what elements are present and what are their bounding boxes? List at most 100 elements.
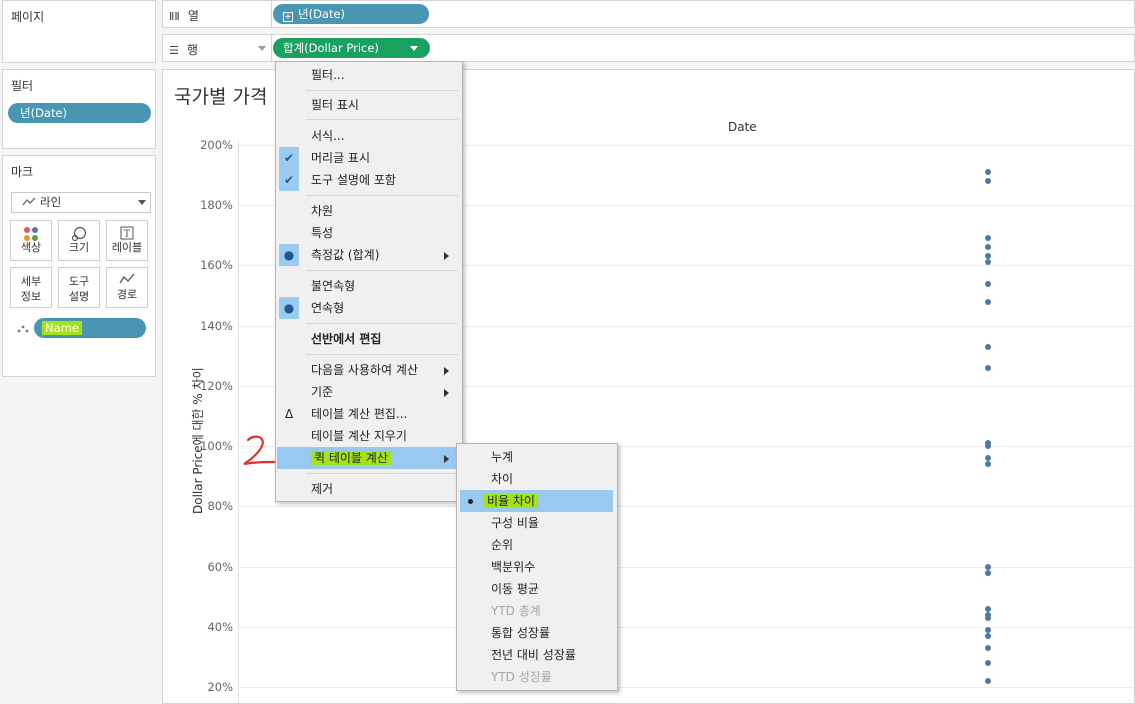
y-tick-label: 180%	[200, 198, 233, 213]
data-point[interactable]	[985, 677, 991, 684]
rows-shelf-dropdown-icon[interactable]	[258, 46, 266, 51]
submenu-item-running-total[interactable]: 누계	[458, 446, 616, 468]
menu-item-show-filter[interactable]: 필터 표시	[277, 94, 461, 116]
path-button[interactable]: 경로	[106, 267, 148, 308]
menu-item-clear-table-calc[interactable]: 테이블 계산 지우기	[277, 425, 461, 447]
check-icon: ✔	[279, 169, 299, 191]
columns-shelf: ⅡⅡ 열 + 년(Date)	[162, 0, 1135, 28]
data-point[interactable]	[985, 569, 991, 576]
submenu-item-year-over-year[interactable]: 전년 대비 성장률	[458, 644, 616, 666]
handwritten-2-annotation	[243, 435, 278, 466]
data-point[interactable]	[985, 235, 991, 242]
detail-button[interactable]: 세부 정보	[10, 267, 52, 308]
menu-separator	[306, 473, 458, 474]
rows-shelf: ☰ 행 합계(Dollar Price)	[162, 34, 1135, 62]
submenu-item-percent-of-total[interactable]: 구성 비율	[458, 512, 616, 534]
pages-panel: 페이지	[2, 0, 156, 63]
path-icon	[119, 273, 135, 284]
submenu-item-difference[interactable]: 차이	[458, 468, 616, 490]
data-point[interactable]	[985, 614, 991, 621]
path-button-label: 경로	[116, 288, 138, 301]
y-tick-label: 120%	[200, 378, 233, 393]
menu-separator	[306, 195, 458, 196]
gridline	[238, 566, 1134, 568]
data-point[interactable]	[985, 644, 991, 651]
name-pill[interactable]: Name	[34, 318, 146, 338]
columns-pill-year-date[interactable]: + 년(Date)	[273, 4, 429, 24]
menu-item-discrete[interactable]: 불연속형	[277, 275, 461, 297]
menu-item-filter[interactable]: 필터...	[277, 64, 461, 86]
column-header-date: Date	[728, 120, 757, 134]
tooltip-button[interactable]: 도구 설명	[58, 267, 100, 308]
data-point[interactable]	[985, 659, 991, 666]
data-point[interactable]	[985, 364, 991, 371]
data-point[interactable]	[985, 632, 991, 639]
columns-shelf-label: ⅡⅡ 열	[169, 9, 199, 23]
submenu-item-moving-average[interactable]: 이동 평균	[458, 578, 616, 600]
menu-item-format[interactable]: 서식...	[277, 125, 461, 147]
delta-icon: Δ	[285, 407, 294, 421]
menu-item-measure-sum[interactable]: ● 측정값 (합계)	[277, 244, 461, 266]
rows-pill-dollar-price[interactable]: 합계(Dollar Price)	[273, 38, 430, 58]
data-point[interactable]	[985, 343, 991, 350]
color-button[interactable]: 색상	[10, 220, 52, 261]
y-tick-label: 80%	[207, 499, 233, 514]
filters-panel: 필터 년(Date)	[2, 69, 156, 149]
menu-item-edit-table-calc[interactable]: Δ 테이블 계산 편집...	[277, 403, 461, 425]
label-button[interactable]: T 레이블	[106, 220, 148, 261]
marks-panel: 마크 라인 색상 크기 T 레이블 세부 정보 도구 설명 경로 Name	[2, 155, 156, 377]
name-pill-label: Name	[42, 321, 82, 335]
data-point[interactable]	[985, 178, 991, 185]
y-tick-label: 140%	[200, 318, 233, 333]
pill-context-menu: 필터... 필터 표시 서식... ✔ 머리글 표시 ✔ 도구 설명에 포함 차원 …	[275, 61, 463, 502]
menu-item-edit-in-shelf[interactable]: 선반에서 편집	[277, 328, 461, 350]
data-point[interactable]	[985, 626, 991, 633]
mark-type-dropdown[interactable]: 라인	[11, 192, 151, 213]
color-button-label: 색상	[20, 241, 42, 254]
filters-title: 필터	[11, 79, 34, 93]
menu-separator	[306, 323, 458, 324]
data-point[interactable]	[985, 443, 991, 450]
quick-table-calc-submenu: 누계 차이 비율 차이 구성 비율 순위 백분위수 이동 평균 YTD 총계 통…	[456, 443, 618, 691]
data-point[interactable]	[985, 563, 991, 570]
size-button[interactable]: 크기	[58, 220, 100, 261]
menu-item-quick-table-calc[interactable]: 퀵 테이블 계산	[277, 447, 461, 469]
menu-item-remove[interactable]: 제거	[277, 478, 461, 500]
rows-icon: ☰	[169, 44, 179, 57]
submenu-arrow-icon	[444, 367, 449, 375]
text-label-icon: T	[120, 226, 134, 240]
data-point[interactable]	[985, 298, 991, 305]
submenu-item-rank[interactable]: 순위	[458, 534, 616, 556]
menu-item-continuous[interactable]: ● 연속형	[277, 297, 461, 319]
menu-item-show-header[interactable]: ✔ 머리글 표시	[277, 147, 461, 169]
data-point[interactable]	[985, 605, 991, 612]
data-point[interactable]	[985, 461, 991, 468]
rows-pill-label: 합계(Dollar Price)	[283, 41, 379, 55]
filter-pill-year-date[interactable]: 년(Date)	[8, 103, 151, 123]
menu-item-relative-to[interactable]: 기준	[277, 381, 461, 403]
submenu-item-percentile[interactable]: 백분위수	[458, 556, 616, 578]
data-point[interactable]	[985, 244, 991, 251]
menu-item-dimension[interactable]: 차원	[277, 200, 461, 222]
y-tick-label: 100%	[200, 439, 233, 454]
data-point[interactable]	[985, 280, 991, 287]
rows-shelf-label: ☰ 행	[169, 43, 198, 57]
columns-icon: ⅡⅡ	[169, 10, 180, 23]
menu-separator	[306, 119, 458, 120]
columns-pill-label: 년(Date)	[298, 7, 346, 21]
submenu-item-compound-growth[interactable]: 통합 성장률	[458, 622, 616, 644]
submenu-arrow-icon	[444, 389, 449, 397]
gridline	[238, 687, 1134, 688]
menu-item-compute-using[interactable]: 다음을 사용하여 계산	[277, 359, 461, 381]
submenu-arrow-icon	[444, 252, 449, 260]
y-tick-label: 40%	[207, 619, 233, 634]
menu-item-attribute[interactable]: 특성	[277, 222, 461, 244]
y-tick-label: 200%	[200, 138, 233, 152]
submenu-item-percent-difference[interactable]: 비율 차이	[460, 490, 613, 512]
menu-item-include-in-tooltip[interactable]: ✔ 도구 설명에 포함	[277, 169, 461, 191]
detail-button-label: 세부 정보	[20, 275, 42, 303]
line-mark-icon	[22, 197, 36, 206]
data-point[interactable]	[985, 169, 991, 176]
caret-down-icon	[410, 46, 418, 51]
submenu-arrow-icon	[444, 455, 449, 463]
